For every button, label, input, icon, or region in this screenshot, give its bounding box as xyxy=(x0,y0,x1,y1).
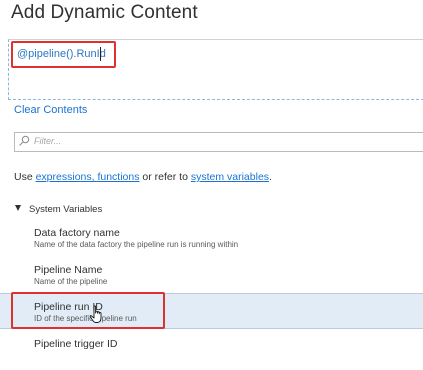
hand-pointer-icon xyxy=(89,305,102,323)
search-icon xyxy=(19,135,30,146)
clear-contents-link[interactable]: Clear Contents xyxy=(14,104,87,116)
dialog-title: Add Dynamic Content xyxy=(11,2,198,23)
item-name: Pipeline trigger ID xyxy=(34,338,118,350)
expression-text: @pipeline().RunId xyxy=(17,48,106,60)
text-caret xyxy=(100,47,101,61)
list-item-pipeline-trigger-id[interactable]: Pipeline trigger ID xyxy=(0,338,423,370)
item-name: Pipeline Name xyxy=(34,264,103,276)
help-text: Use expressions, functions or refer to s… xyxy=(14,171,272,183)
section-system-variables[interactable]: System Variables xyxy=(15,204,102,215)
expressions-functions-link[interactable]: expressions, functions xyxy=(36,171,140,183)
system-variables-link[interactable]: system variables xyxy=(191,171,269,183)
selection-highlight-box xyxy=(11,292,165,329)
collapse-triangle-icon xyxy=(15,205,21,211)
filter-input[interactable]: Filter... xyxy=(14,132,423,152)
help-suffix: . xyxy=(269,171,272,183)
list-item-data-factory-name[interactable]: Data factory name Name of the data facto… xyxy=(0,227,423,259)
help-middle: or refer to xyxy=(139,171,191,183)
section-label: System Variables xyxy=(29,204,103,215)
help-prefix: Use xyxy=(14,171,36,183)
filter-placeholder: Filter... xyxy=(34,136,62,146)
item-description: Name of the pipeline xyxy=(34,277,108,286)
item-description: Name of the data factory the pipeline ru… xyxy=(34,240,239,249)
item-name: Data factory name xyxy=(34,227,120,239)
